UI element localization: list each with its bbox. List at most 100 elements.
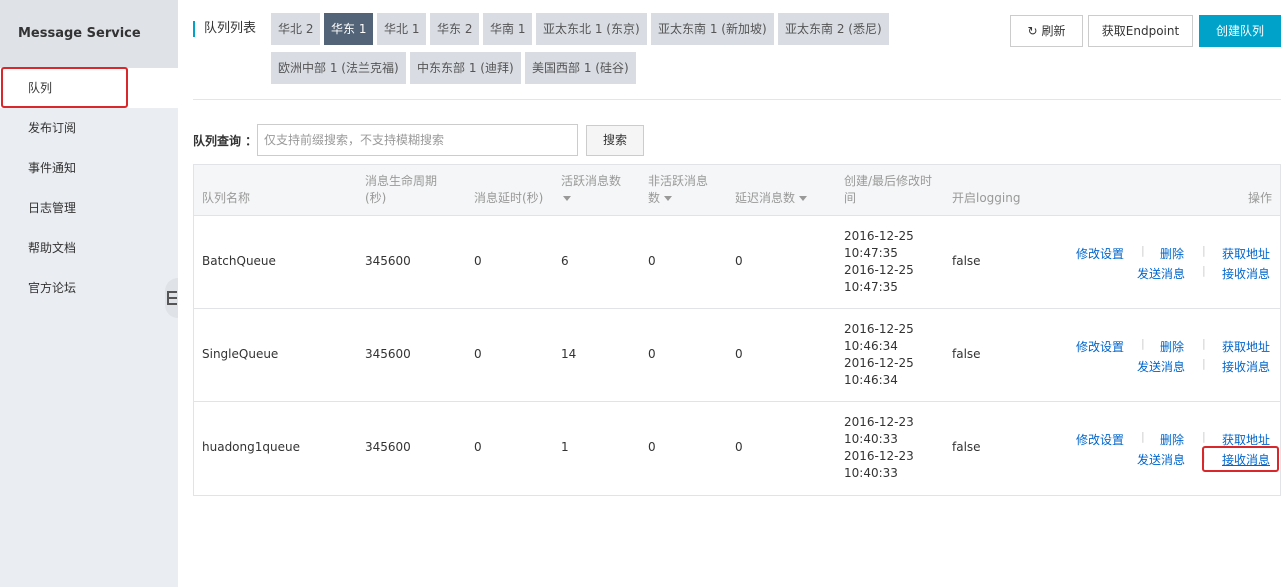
created-time: 10:40:33: [844, 432, 898, 446]
send-message-link[interactable]: 发送消息: [1137, 358, 1185, 375]
region-tab-sydney[interactable]: 亚太东南 2 (悉尼): [778, 13, 889, 45]
refresh-label: 刷新: [1041, 24, 1066, 38]
main-content: 队列列表 华北 2 华东 1 华北 1 华东 2 华南 1 亚太东北 1 (东京…: [193, 0, 1281, 587]
cell-inactive: 0: [648, 254, 656, 268]
region-tab-huabei2[interactable]: 华北 2: [271, 13, 321, 45]
cell-delayed: 0: [735, 440, 743, 454]
col-name: 队列名称: [202, 191, 251, 205]
highlight-box-receive: [1202, 446, 1279, 472]
modified-date: 2016-12-25: [844, 263, 914, 277]
sidebar-title: Message Service: [0, 0, 178, 68]
col-active-line1: 活跃消息数: [561, 174, 622, 188]
cell-delay: 0: [474, 347, 482, 361]
col-delay: 消息延时(秒): [474, 191, 544, 205]
collapse-icon: [167, 291, 177, 305]
cell-delayed: 0: [735, 347, 743, 361]
send-message-link[interactable]: 发送消息: [1137, 265, 1185, 282]
col-inactive-line1: 非活跃消息: [648, 174, 709, 188]
region-tab-huadong2[interactable]: 华东 2: [430, 13, 480, 45]
sidebar-collapse-handle[interactable]: [165, 278, 178, 318]
highlight-box-queue: [1, 67, 128, 108]
sidebar-item-docs[interactable]: 帮助文档: [0, 228, 178, 268]
sidebar-item-events[interactable]: 事件通知: [0, 148, 178, 188]
col-delayed-label: 延迟消息数: [735, 191, 796, 205]
region-tab-huanan1[interactable]: 华南 1: [483, 13, 533, 45]
table-header: 队列名称 消息生命周期 (秒) 消息延时(秒) 活跃消息数 非活跃消息 数 延迟…: [194, 165, 1280, 216]
region-tab-huadong1[interactable]: 华东 1: [324, 13, 374, 45]
delete-link[interactable]: 删除: [1160, 245, 1184, 262]
refresh-icon: ↻: [1027, 24, 1038, 38]
created-date: 2016-12-25: [844, 229, 914, 243]
sidebar-item-pubsub[interactable]: 发布订阅: [0, 108, 178, 148]
sort-down-icon: [664, 196, 673, 201]
created-date: 2016-12-25: [844, 322, 914, 336]
table-row: SingleQueue 345600 0 14 0 0 2016-12-25 1…: [194, 309, 1280, 402]
edit-settings-link[interactable]: 修改设置: [1076, 338, 1124, 355]
col-inactive-line2: 数: [648, 191, 661, 205]
cell-time: 2016-12-25 10:46:34 2016-12-25 10:46:34: [844, 321, 914, 389]
col-ops: 操作: [1247, 191, 1272, 205]
receive-message-link[interactable]: 接收消息: [1222, 265, 1270, 282]
refresh-button[interactable]: ↻ 刷新: [1010, 15, 1083, 47]
table-row: huadong1queue 345600 0 1 0 0 2016-12-23 …: [194, 402, 1280, 495]
cell-logging: false: [952, 254, 981, 268]
cell-logging: false: [952, 347, 981, 361]
cell-ops: 修改设置 | 删除 | 获取地址 发送消息 | 接收消息: [1076, 244, 1271, 282]
created-date: 2016-12-23: [844, 415, 914, 429]
search-input[interactable]: [257, 124, 578, 156]
cell-logging: false: [952, 440, 981, 454]
col-lifecycle-line1: 消息生命周期: [365, 174, 438, 188]
get-url-link[interactable]: 获取地址: [1222, 245, 1270, 262]
col-inactive[interactable]: 非活跃消息 数: [648, 173, 708, 207]
region-tab-huabei1[interactable]: 华北 1: [377, 13, 427, 45]
col-active[interactable]: 活跃消息数: [561, 173, 621, 207]
cell-delay: 0: [474, 440, 482, 454]
col-delayed[interactable]: 延迟消息数: [735, 190, 808, 207]
page-title: 队列列表: [193, 21, 256, 37]
cell-active: 6: [561, 254, 569, 268]
cell-lifecycle: 345600: [365, 347, 411, 361]
modified-time: 10:47:35: [844, 280, 898, 294]
get-endpoint-button[interactable]: 获取Endpoint: [1088, 15, 1193, 47]
receive-message-link[interactable]: 接收消息: [1222, 358, 1270, 375]
sidebar-item-forum[interactable]: 官方论坛: [0, 268, 178, 308]
delete-link[interactable]: 删除: [1160, 338, 1184, 355]
search-label: 队列查询 ：: [193, 134, 258, 148]
queue-table: 队列名称 消息生命周期 (秒) 消息延时(秒) 活跃消息数 非活跃消息 数 延迟…: [193, 164, 1281, 496]
sidebar-item-logs[interactable]: 日志管理: [0, 188, 178, 228]
cell-time: 2016-12-23 10:40:33 2016-12-23 10:40:33: [844, 414, 914, 482]
create-queue-button[interactable]: 创建队列: [1199, 15, 1281, 47]
region-tab-singapore[interactable]: 亚太东南 1 (新加坡): [651, 13, 774, 45]
cell-delayed: 0: [735, 254, 743, 268]
cell-active: 14: [561, 347, 577, 361]
sort-down-icon: [799, 196, 808, 201]
modified-date: 2016-12-25: [844, 356, 914, 370]
cell-active: 1: [561, 440, 569, 454]
cell-inactive: 0: [648, 347, 656, 361]
send-message-link[interactable]: 发送消息: [1137, 451, 1185, 468]
col-time-line2: 间: [844, 191, 857, 205]
region-tab-silicon-valley[interactable]: 美国西部 1 (硅谷): [525, 52, 636, 84]
cell-delay: 0: [474, 254, 482, 268]
col-time: 创建/最后修改时 间: [844, 173, 932, 207]
get-url-link[interactable]: 获取地址: [1222, 338, 1270, 355]
table-row: BatchQueue 345600 0 6 0 0 2016-12-25 10:…: [194, 216, 1280, 309]
delete-link[interactable]: 删除: [1160, 431, 1184, 448]
cell-lifecycle: 345600: [365, 254, 411, 268]
region-tab-dubai[interactable]: 中东东部 1 (迪拜): [410, 52, 521, 84]
region-tab-tokyo[interactable]: 亚太东北 1 (东京): [536, 13, 647, 45]
col-logging: 开启logging: [952, 191, 1021, 205]
modified-time: 10:46:34: [844, 373, 898, 387]
edit-settings-link[interactable]: 修改设置: [1076, 431, 1124, 448]
created-time: 10:46:34: [844, 339, 898, 353]
search-button[interactable]: 搜索: [586, 125, 644, 156]
cell-ops: 修改设置 | 删除 | 获取地址 发送消息 | 接收消息: [1076, 337, 1271, 375]
col-lifecycle-line2: (秒): [365, 191, 387, 205]
cell-queue-name: BatchQueue: [202, 254, 276, 268]
region-tab-frankfurt[interactable]: 欧洲中部 1 (法兰克福): [271, 52, 406, 84]
cell-queue-name: SingleQueue: [202, 347, 279, 361]
modified-time: 10:40:33: [844, 466, 898, 480]
col-time-line1: 创建/最后修改时: [844, 174, 933, 188]
modified-date: 2016-12-23: [844, 449, 914, 463]
edit-settings-link[interactable]: 修改设置: [1076, 245, 1124, 262]
